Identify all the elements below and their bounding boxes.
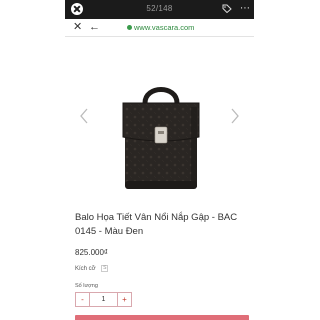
more-icon[interactable]: ⋯	[240, 4, 250, 14]
phone-screen: 52/148 ⋯ ✕ ← www.vascara.com Balo Họa Ti…	[65, 0, 254, 320]
quantity-label: Số lượng	[75, 283, 98, 289]
back-button[interactable]: ←	[89, 21, 100, 33]
secure-lock-icon	[127, 25, 132, 30]
close-tab-button[interactable]: ✕	[73, 22, 82, 33]
size-option[interactable]: S	[101, 265, 109, 272]
quantity-input[interactable]: 1	[90, 292, 117, 307]
quantity-minus-button[interactable]: -	[75, 292, 90, 307]
tag-icon[interactable]	[222, 4, 232, 13]
url-text[interactable]: www.vascara.com	[134, 23, 194, 32]
product-image-gallery[interactable]	[65, 37, 254, 200]
product-price: 825.000₫	[75, 248, 109, 257]
quantity-stepper: - 1 +	[75, 292, 132, 307]
image-viewer-bar: 52/148 ⋯	[65, 0, 254, 19]
quantity-plus-button[interactable]: +	[117, 292, 132, 307]
chevron-right-icon[interactable]	[230, 108, 240, 124]
browser-url-bar: ✕ ← www.vascara.com	[65, 19, 254, 37]
chevron-left-icon[interactable]	[79, 108, 89, 124]
product-image-backpack	[122, 87, 200, 189]
buy-button[interactable]	[75, 315, 249, 320]
size-label: Kích cỡ	[75, 266, 96, 273]
size-selector: Kích cỡ S	[75, 265, 109, 273]
product-title: Balo Họa Tiết Vân Nổi Nắp Gập - BAC 0145…	[75, 212, 238, 237]
